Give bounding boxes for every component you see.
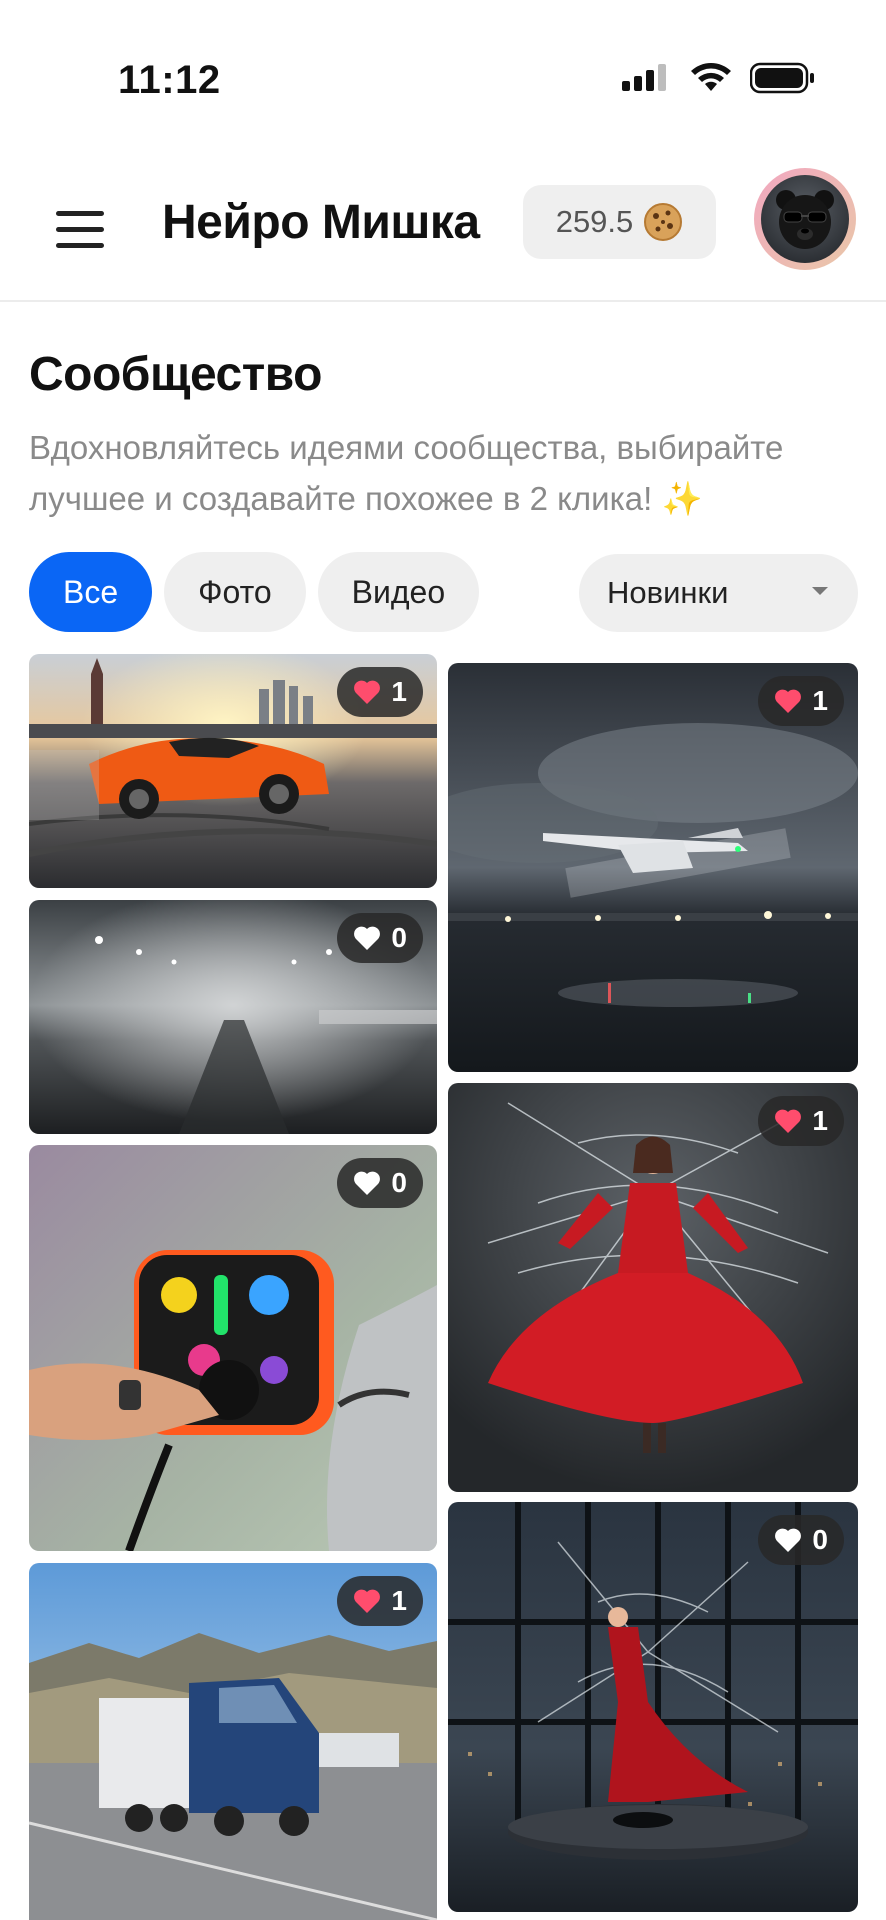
like-badge[interactable]: 1 [758,1096,844,1146]
filter-all[interactable]: Все [29,552,153,632]
heart-filled-icon [354,1589,381,1613]
like-count: 1 [391,676,407,707]
status-time: 11:12 [118,58,221,102]
cellular-signal-icon [622,64,666,91]
like-count: 1 [812,1105,828,1136]
avatar[interactable] [754,168,856,270]
app-title: Нейро Мишка [162,196,480,249]
menu-icon[interactable] [52,205,108,255]
community-card[interactable]: 0 [29,1145,437,1551]
status-icons [622,62,816,94]
like-badge[interactable]: 1 [337,667,423,717]
heart-filled-icon [775,1109,802,1133]
app-header: Нейро Мишка 259.5 [0,165,886,302]
like-count: 0 [812,1524,828,1555]
sort-dropdown[interactable]: Новинки [579,554,858,632]
community-card[interactable]: 1 [29,654,437,888]
heart-filled-icon [775,689,802,713]
like-badge[interactable]: 1 [337,1576,423,1626]
like-badge[interactable]: 1 [758,676,844,726]
heart-icon [354,1171,381,1195]
sort-label: Новинки [607,575,729,610]
community-card[interactable]: 1 [448,1083,858,1492]
battery-icon [750,62,814,94]
like-badge[interactable]: 0 [337,913,423,963]
balance-value: 259.5 [555,204,634,239]
like-count: 1 [812,685,828,716]
like-count: 0 [391,922,407,953]
community-card[interactable]: 0 [29,900,437,1134]
balance-badge[interactable]: 259.5 [523,185,716,259]
chevron-down-icon [812,587,828,595]
bear-avatar-icon [776,190,834,249]
heart-icon [354,926,381,950]
heart-icon [775,1528,802,1552]
community-card[interactable]: 1 [29,1563,437,1920]
like-badge[interactable]: 0 [758,1515,844,1565]
filter-video[interactable]: Видео [317,552,480,632]
section-description: Вдохновляйтесь идеями сообщества, выбира… [29,429,784,517]
section-title: Сообщество [29,348,322,401]
community-card[interactable]: 0 [448,1502,858,1912]
wifi-icon [691,63,731,91]
filter-photo[interactable]: Фото [164,552,306,632]
heart-filled-icon [354,680,381,704]
like-count: 1 [391,1585,407,1616]
filter-chips: Все Фото Видео [29,552,480,632]
cookie-icon [644,203,683,241]
like-badge[interactable]: 0 [337,1158,423,1208]
community-card[interactable]: 1 [448,663,858,1072]
like-count: 0 [391,1167,407,1198]
status-bar: 11:12 [0,0,886,150]
